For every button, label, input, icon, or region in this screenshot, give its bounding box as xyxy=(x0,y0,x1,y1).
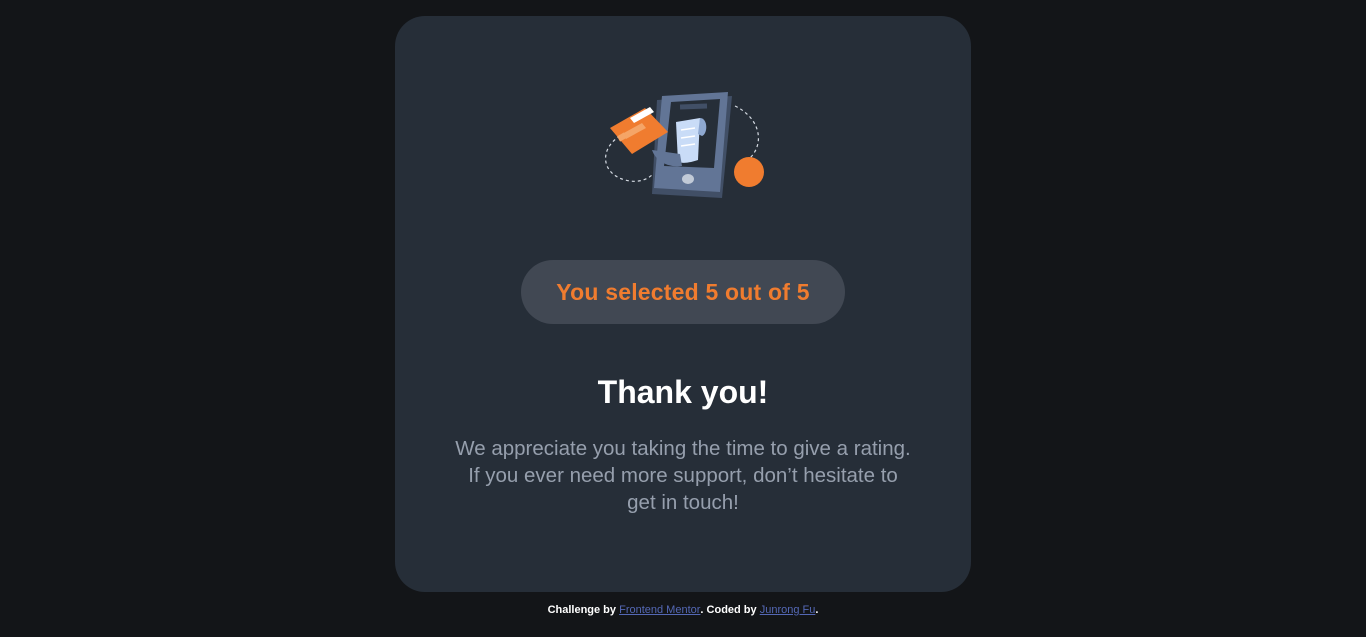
thank-you-card: You selected 5 out of 5 Thank you! We ap… xyxy=(395,16,971,592)
selected-rating-badge: You selected 5 out of 5 xyxy=(521,260,845,324)
coded-by-text: . Coded by xyxy=(700,604,760,616)
thank-you-heading: Thank you! xyxy=(597,374,769,410)
attribution-footer: Challenge by Frontend Mentor. Coded by J… xyxy=(0,604,1366,616)
frontend-mentor-link[interactable]: Frontend Mentor xyxy=(619,604,700,616)
message-line: get in touch! xyxy=(627,491,739,514)
selected-rating-text: You selected 5 out of 5 xyxy=(556,278,810,305)
phone-receipt-card-illustration-icon xyxy=(605,92,764,198)
thank-you-message: We appreciate you taking the time to giv… xyxy=(443,435,923,516)
message-line: We appreciate you taking the time to giv… xyxy=(455,437,911,460)
message-line: If you ever need more support, don’t hes… xyxy=(468,464,898,487)
author-link[interactable]: Junrong Fu xyxy=(760,604,816,616)
footer-suffix: . xyxy=(815,604,819,616)
challenge-prefix-text: Challenge by xyxy=(547,604,620,616)
